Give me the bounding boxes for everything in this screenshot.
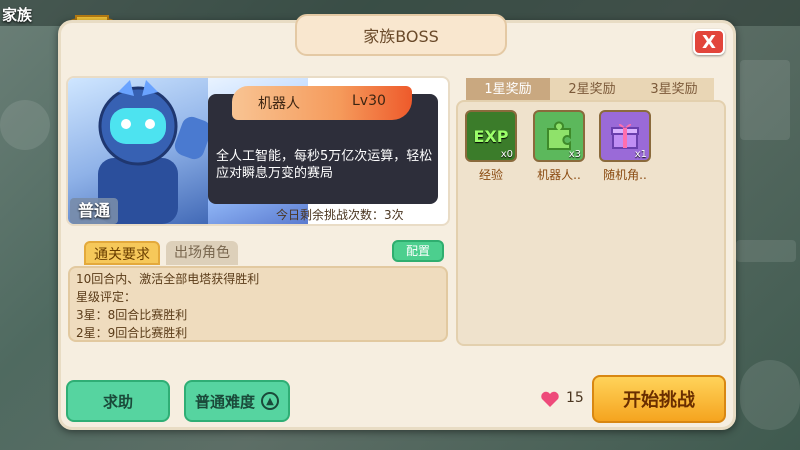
config-button[interactable]: 配置: [392, 240, 444, 262]
boss-level: Lv30: [352, 93, 386, 109]
bg-avatar: [740, 360, 800, 430]
difficulty-tag: 普通: [70, 198, 118, 224]
tab-characters[interactable]: 出场角色: [166, 241, 238, 265]
boss-description: 全人工智能，每秒5万亿次运算，轻松应对瞬息万变的赛局: [216, 149, 433, 181]
exp-icon: EXP: [473, 126, 509, 146]
panel-title: 家族BOSS: [295, 14, 507, 56]
difficulty-button-label: 普通难度: [194, 392, 255, 411]
gift-box-icon: [611, 123, 639, 149]
difficulty-button[interactable]: 普通难度 ▲: [184, 380, 290, 422]
chevron-up-icon: ▲: [261, 392, 279, 410]
reward-item-puzzle[interactable]: x3: [533, 110, 585, 162]
bg-building: [740, 60, 790, 140]
tab-1star-reward[interactable]: 1星奖励: [466, 78, 550, 102]
bg-chat-bubble: [0, 100, 50, 150]
help-button[interactable]: 求助: [66, 380, 170, 422]
tab-2star-reward[interactable]: 2星奖励: [550, 78, 634, 102]
requirement-line: 2星：9回合比赛胜利: [76, 326, 188, 340]
item-label: 机器人..: [537, 168, 581, 182]
attempts-remaining: 今日剩余挑战次数：3次: [276, 208, 404, 222]
puzzle-piece-icon: [547, 121, 571, 150]
item-count: x0: [500, 149, 513, 160]
requirements-box: 10回合内、激活全部电塔获得胜利 星级评定： 3星：8回合比赛胜利 2星：9回合…: [68, 266, 448, 342]
family-title: 家族: [2, 6, 33, 24]
boss-name: 机器人: [258, 96, 300, 112]
item-label: 随机角..: [603, 168, 647, 182]
reward-tabs: 1星奖励 2星奖励 3星奖励: [466, 78, 714, 102]
bg-shop-sign: [736, 240, 796, 262]
requirement-line: 10回合内、激活全部电塔获得胜利: [76, 272, 260, 286]
requirement-line: 星级评定：: [76, 290, 137, 304]
reward-item-exp[interactable]: EXP x0: [465, 110, 517, 162]
item-count: x3: [568, 149, 581, 160]
tab-requirements[interactable]: 通关要求: [84, 241, 160, 265]
item-count: x1: [634, 149, 647, 160]
requirement-line: 3星：8回合比赛胜利: [76, 308, 188, 322]
close-button[interactable]: X: [693, 29, 725, 55]
reward-item-gift[interactable]: x1: [599, 110, 651, 162]
start-challenge-button[interactable]: 开始挑战: [592, 375, 726, 423]
heart-icon: [541, 391, 559, 407]
tab-3star-reward[interactable]: 3星奖励: [634, 78, 714, 102]
item-label: 经验: [478, 168, 503, 182]
stamina-count: 15: [566, 390, 584, 406]
